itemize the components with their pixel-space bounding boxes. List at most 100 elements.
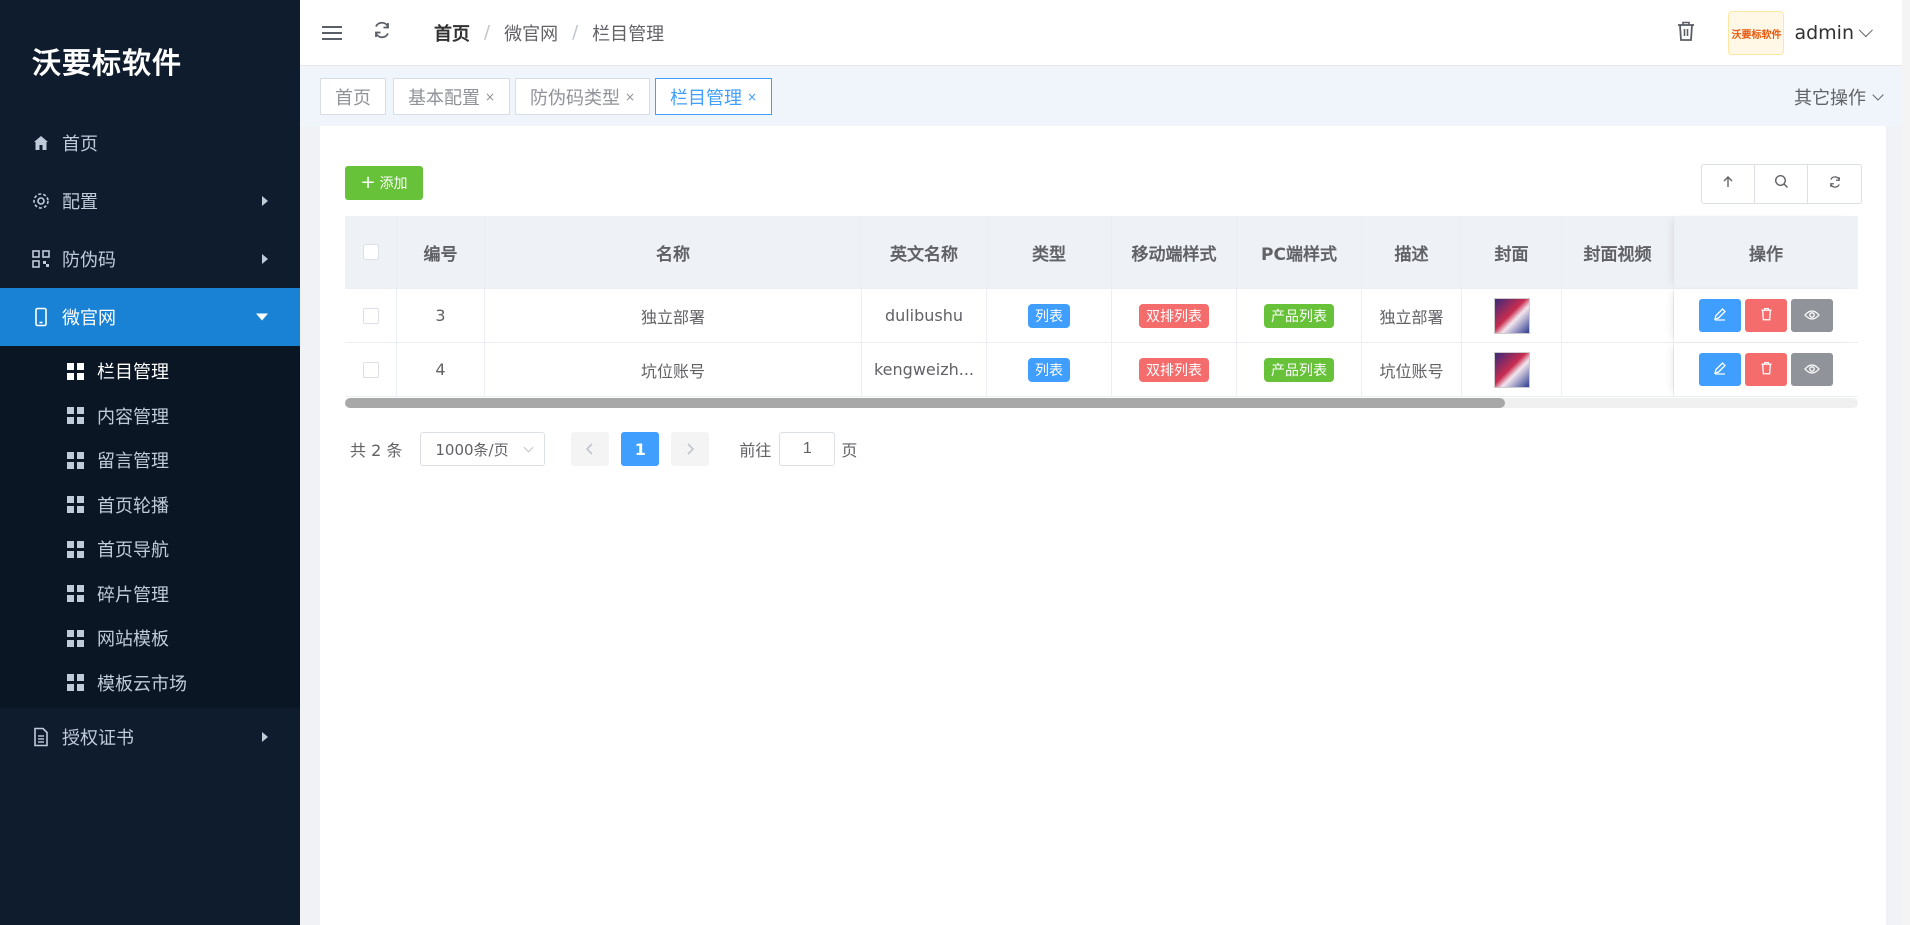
goto-page-input[interactable] bbox=[779, 432, 836, 466]
table-header-row: 编号 名称 英文名称 类型 移动端样式 PC端样式 描述 封面 封面视频 操作 bbox=[345, 216, 1858, 289]
tag-label: 基本配置 bbox=[408, 87, 480, 109]
column-header: 类型 bbox=[987, 216, 1112, 288]
column-header: 封面 bbox=[1462, 216, 1562, 288]
delete-button[interactable] bbox=[1745, 353, 1787, 386]
submenu-item-message-management[interactable]: 留言管理 bbox=[0, 438, 300, 483]
next-page-button[interactable] bbox=[671, 432, 710, 466]
qrcode-icon bbox=[30, 248, 52, 270]
delete-button[interactable] bbox=[1745, 299, 1787, 332]
page-size-value: 1000条/页 bbox=[435, 440, 509, 459]
row-checkbox[interactable] bbox=[362, 361, 379, 378]
close-icon[interactable]: × bbox=[625, 90, 635, 104]
view-button[interactable] bbox=[1791, 353, 1833, 386]
close-icon[interactable]: × bbox=[747, 90, 757, 104]
breadcrumb-separator: / bbox=[484, 22, 491, 43]
plus-icon: + bbox=[360, 172, 376, 193]
menu-item-anticounterfeit[interactable]: 防伪码 bbox=[0, 230, 300, 288]
menu-label: 首页 bbox=[62, 134, 98, 155]
toggle-search-button[interactable] bbox=[1702, 165, 1755, 203]
view-button[interactable] bbox=[1791, 299, 1833, 332]
add-button[interactable]: + 添加 bbox=[345, 166, 423, 200]
search-button[interactable] bbox=[1755, 165, 1808, 203]
user-name[interactable]: admin bbox=[1794, 22, 1854, 44]
table-tools bbox=[1701, 164, 1862, 204]
page-suffix: 页 bbox=[841, 441, 858, 460]
menu-item-license[interactable]: 授权证书 bbox=[0, 708, 300, 766]
submenu-item-home-nav[interactable]: 首页导航 bbox=[0, 527, 300, 572]
row-checkbox[interactable] bbox=[362, 307, 379, 324]
type-badge: 列表 bbox=[1028, 357, 1070, 382]
cell-name: 独立部署 bbox=[485, 289, 862, 342]
scrollbar-thumb[interactable] bbox=[345, 398, 1505, 408]
cell-description: 坑位账号 bbox=[1362, 343, 1462, 396]
grid-icon bbox=[67, 362, 84, 380]
menu-item-config[interactable]: 配置 bbox=[0, 172, 300, 230]
submenu-label: 留言管理 bbox=[97, 451, 169, 473]
cell-cover bbox=[1462, 343, 1562, 396]
cell-cover-video bbox=[1562, 343, 1674, 396]
other-ops-dropdown[interactable]: 其它操作 bbox=[1794, 84, 1884, 110]
menu-label: 防伪码 bbox=[62, 250, 116, 271]
grid-icon bbox=[67, 674, 84, 692]
close-icon[interactable]: × bbox=[485, 90, 495, 104]
column-header: 描述 bbox=[1362, 216, 1462, 288]
avatar[interactable]: 沃要标软件 bbox=[1728, 11, 1785, 55]
select-all-checkbox[interactable] bbox=[362, 244, 379, 260]
submenu-item-template-market[interactable]: 模板云市场 bbox=[0, 661, 300, 706]
add-button-label: 添加 bbox=[379, 176, 408, 192]
cell-actions bbox=[1674, 343, 1858, 396]
chevron-down-icon bbox=[1872, 89, 1884, 101]
pagination-total: 共 2 条 bbox=[350, 441, 403, 460]
page-vertical-scrollbar[interactable] bbox=[1902, 0, 1910, 925]
submenu-microsite: 栏目管理 内容管理 留言管理 首页轮播 首页导航 碎片管理 网站模板 模板云市场 bbox=[0, 346, 300, 708]
top-header: 首页 / 微官网 / 栏目管理 沃要标软件 admin bbox=[300, 0, 1910, 66]
home-icon bbox=[30, 132, 52, 154]
submenu-item-site-template[interactable]: 网站模板 bbox=[0, 616, 300, 661]
other-ops-label: 其它操作 bbox=[1794, 88, 1866, 109]
breadcrumb: 首页 / 微官网 / 栏目管理 bbox=[434, 20, 664, 46]
cell-type: 列表 bbox=[987, 343, 1112, 396]
cell-english-name: dulibushu bbox=[862, 289, 987, 342]
submenu-item-home-carousel[interactable]: 首页轮播 bbox=[0, 483, 300, 528]
chevron-down-icon[interactable] bbox=[1858, 23, 1873, 38]
tag-home[interactable]: 首页 bbox=[320, 78, 386, 115]
column-header: 编号 bbox=[397, 216, 485, 288]
trash-icon[interactable] bbox=[1676, 20, 1696, 47]
column-header: PC端样式 bbox=[1237, 216, 1362, 288]
document-icon bbox=[30, 726, 52, 748]
submenu-item-column-management[interactable]: 栏目管理 bbox=[0, 349, 300, 394]
tag-basic-config[interactable]: 基本配置 × bbox=[393, 78, 511, 115]
table-row: 3 独立部署 dulibushu 列表 双排列表 产品列表 独立部署 bbox=[345, 289, 1858, 343]
page-number-current[interactable]: 1 bbox=[621, 432, 660, 466]
edit-button[interactable] bbox=[1699, 353, 1741, 386]
goto-label: 前往 bbox=[739, 441, 772, 460]
prev-page-button[interactable] bbox=[571, 432, 610, 466]
mobile-style-badge: 双排列表 bbox=[1139, 357, 1209, 382]
submenu-item-content-management[interactable]: 内容管理 bbox=[0, 394, 300, 439]
edit-button[interactable] bbox=[1699, 299, 1741, 332]
submenu-item-fragment-management[interactable]: 碎片管理 bbox=[0, 572, 300, 617]
refresh-icon[interactable] bbox=[372, 20, 392, 45]
cover-image[interactable] bbox=[1493, 297, 1530, 334]
page-size-select[interactable]: 1000条/页 bbox=[420, 432, 546, 466]
column-header: 移动端样式 bbox=[1112, 216, 1237, 288]
header-right: 沃要标软件 admin bbox=[1676, 0, 1910, 66]
breadcrumb-home[interactable]: 首页 bbox=[434, 20, 470, 46]
cell-actions bbox=[1674, 289, 1858, 342]
submenu-label: 栏目管理 bbox=[97, 362, 169, 384]
cell-pc-style: 产品列表 bbox=[1237, 343, 1362, 396]
menu-item-microsite[interactable]: 微官网 bbox=[0, 288, 300, 346]
breadcrumb-microsite[interactable]: 微官网 bbox=[504, 20, 558, 46]
gear-icon bbox=[30, 190, 52, 212]
reload-button[interactable] bbox=[1808, 165, 1861, 203]
column-header: 封面视频 bbox=[1562, 216, 1674, 288]
table-horizontal-scrollbar[interactable] bbox=[345, 398, 1858, 408]
cover-image[interactable] bbox=[1493, 351, 1530, 388]
menu-toggle-icon[interactable] bbox=[322, 25, 342, 40]
cell-mobile-style: 双排列表 bbox=[1112, 343, 1237, 396]
tag-column-management[interactable]: 栏目管理 × bbox=[655, 78, 773, 115]
menu-item-home[interactable]: 首页 bbox=[0, 114, 300, 172]
mobile-style-badge: 双排列表 bbox=[1139, 303, 1209, 328]
column-header: 操作 bbox=[1674, 216, 1858, 288]
tag-anticounterfeit-type[interactable]: 防伪码类型 × bbox=[515, 78, 651, 115]
